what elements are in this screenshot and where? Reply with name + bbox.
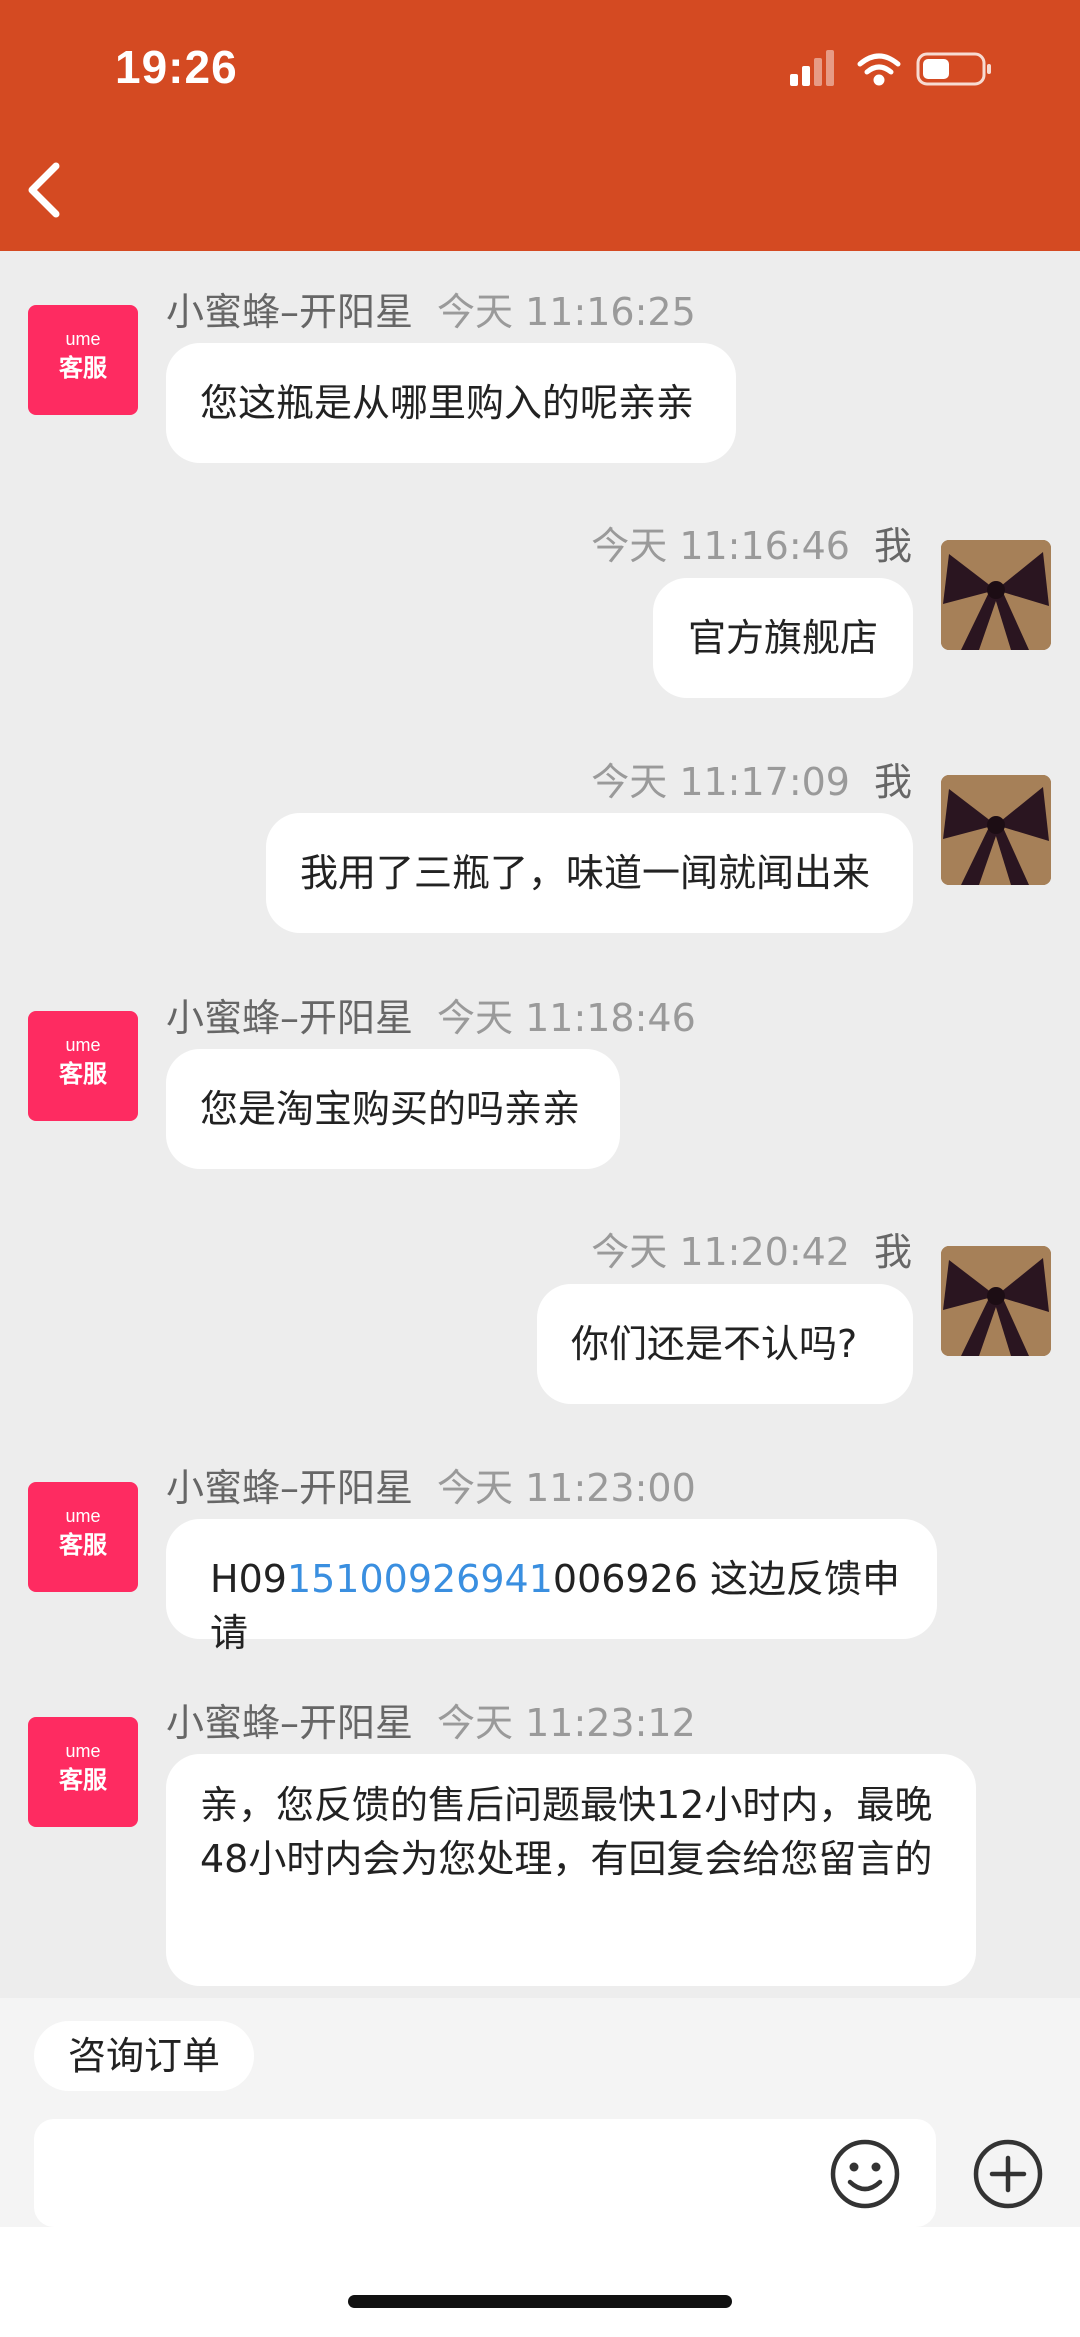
- message-input[interactable]: [34, 2119, 936, 2227]
- message-text: 您是淘宝购买的吗亲亲: [200, 1087, 581, 1131]
- timestamp: 今天 11:16:25: [437, 290, 696, 334]
- back-chevron-icon[interactable]: [22, 160, 70, 220]
- smiley-icon[interactable]: [829, 2138, 901, 2210]
- sender-name: 我: [873, 760, 912, 804]
- user-avatar[interactable]: [941, 540, 1051, 650]
- message-bubble[interactable]: H0915100926941006926 这边反馈申请: [166, 1519, 937, 1655]
- user-avatar[interactable]: [941, 1246, 1051, 1356]
- message-text: 您这瓶是从哪里购入的呢亲亲: [200, 381, 695, 425]
- status-icons: [790, 50, 991, 86]
- sender-name: 我: [873, 1230, 912, 1274]
- plus-circle-icon[interactable]: [972, 2138, 1044, 2210]
- sender-name: 我: [873, 524, 912, 568]
- timestamp: 今天 11:17:09: [591, 760, 850, 804]
- sender-name: 小蜜蜂–开阳星: [166, 1466, 414, 1510]
- wifi-icon: [857, 53, 901, 86]
- bow-icon: [941, 775, 1051, 885]
- message-text: 你们还是不认吗?: [571, 1322, 858, 1366]
- timestamp: 今天 11:23:12: [437, 1701, 696, 1745]
- message-meta: 小蜜蜂–开阳星 今天 11:23:12: [166, 1692, 696, 1747]
- header-bar: 19:26: [0, 0, 1080, 251]
- message-bubble[interactable]: 我用了三瓶了，味道一闻就闻出来: [266, 813, 913, 933]
- timestamp: 今天 11:16:46: [591, 524, 850, 568]
- sender-name: 小蜜蜂–开阳星: [166, 290, 414, 334]
- timestamp: 今天 11:23:00: [437, 1466, 696, 1510]
- message-bubble[interactable]: 官方旗舰店: [653, 578, 913, 698]
- message-bubble[interactable]: 您这瓶是从哪里购入的呢亲亲: [166, 343, 736, 463]
- message-text: 亲，您反馈的售后问题最快12小时内，最晚48小时内会为您处理，有回复会给您留言的: [200, 1783, 933, 1881]
- message-bubble[interactable]: 亲，您反馈的售后问题最快12小时内，最晚48小时内会为您处理，有回复会给您留言的: [166, 1754, 976, 1986]
- home-indicator[interactable]: [348, 2295, 732, 2308]
- cs-avatar[interactable]: ume 客服: [28, 305, 138, 415]
- chat-area[interactable]: ume 客服 小蜜蜂–开阳星 今天 11:16:25 您这瓶是从哪里购入的呢亲亲 …: [0, 251, 1080, 1998]
- timestamp: 今天 11:20:42: [591, 1230, 850, 1274]
- user-avatar[interactable]: [941, 775, 1051, 885]
- message-meta: 今天 11:16:46 我: [567, 515, 912, 570]
- message-text: 我用了三瓶了，味道一闻就闻出来: [300, 851, 871, 895]
- status-time: 19:26: [115, 41, 238, 93]
- battery-icon: [916, 52, 991, 86]
- message-meta: 小蜜蜂–开阳星 今天 11:18:46: [166, 987, 696, 1042]
- message-text: 官方旗舰店: [687, 616, 878, 660]
- cellular-signal-icon: [790, 50, 834, 86]
- sender-name: 小蜜蜂–开阳星: [166, 1701, 414, 1745]
- message-text-prefix: H09: [210, 1557, 287, 1601]
- bow-icon: [941, 540, 1051, 650]
- consult-order-chip[interactable]: 咨询订单: [34, 2021, 254, 2091]
- message-meta: 小蜜蜂–开阳星 今天 11:23:00: [166, 1457, 696, 1512]
- message-meta: 小蜜蜂–开阳星 今天 11:16:25: [166, 281, 696, 336]
- message-meta: 今天 11:17:09 我: [567, 751, 912, 806]
- home-indicator-area: [0, 2227, 1080, 2337]
- input-area: 咨询订单: [0, 1998, 1080, 2337]
- message-bubble[interactable]: 您是淘宝购买的吗亲亲: [166, 1049, 620, 1169]
- message-bubble[interactable]: 你们还是不认吗?: [537, 1284, 913, 1404]
- cs-avatar[interactable]: ume 客服: [28, 1011, 138, 1121]
- timestamp: 今天 11:18:46: [437, 996, 696, 1040]
- sender-name: 小蜜蜂–开阳星: [166, 996, 414, 1040]
- cs-avatar[interactable]: ume 客服: [28, 1717, 138, 1827]
- message-meta: 今天 11:20:42 我: [567, 1221, 912, 1276]
- order-number-link[interactable]: 15100926941: [287, 1557, 553, 1601]
- bow-icon: [941, 1246, 1051, 1356]
- cs-avatar[interactable]: ume 客服: [28, 1482, 138, 1592]
